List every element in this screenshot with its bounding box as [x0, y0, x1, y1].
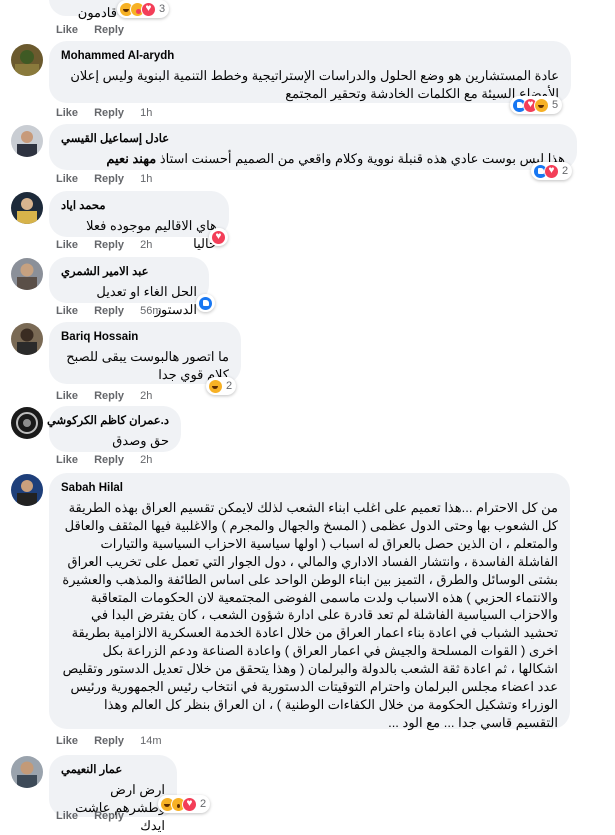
mention-link[interactable]: مهند نعيم [106, 151, 156, 166]
comment-time[interactable]: 56m [140, 305, 161, 317]
comment-bubble: محمد اياد هاي الاقاليم موجوده فعلا حاليا [49, 191, 229, 251]
comment-time[interactable]: 2h [140, 239, 152, 251]
comment-actions: Like Reply 1h [56, 106, 165, 120]
comment-actions: Like Reply 2h [56, 238, 165, 252]
reaction-summary[interactable]: 5 [510, 96, 563, 114]
like-button[interactable]: Like [56, 24, 78, 36]
like-button[interactable]: Like [56, 810, 78, 822]
comment-actions: Like Reply 2h [56, 389, 165, 403]
comment-text: من كل الاحترام ...هذا تعميم على اغلب ابن… [62, 500, 558, 730]
comment-text: ما اتصور هالبوست يبقى للصبح كلام قوي جدا [66, 349, 229, 382]
reply-button[interactable]: Reply [94, 305, 124, 317]
avatar[interactable] [11, 474, 43, 506]
comment-text: عادة المستشارين هو وضع الحلول والدراسات … [70, 68, 559, 101]
like-button[interactable]: Like [56, 390, 78, 402]
like-button[interactable]: Like [56, 173, 78, 185]
comment-bubble: عبد الامير الشمري الحل الغاء او تعديل ال… [49, 257, 209, 317]
reply-button[interactable]: Reply [94, 454, 124, 466]
love-icon [182, 796, 197, 812]
love-icon [141, 1, 156, 17]
comment-time[interactable]: 1h [140, 107, 152, 119]
comment-text: قادمون [77, 5, 117, 20]
comment-author[interactable]: Bariq Hossain [61, 330, 229, 345]
reaction-summary[interactable] [196, 294, 215, 312]
comment-author[interactable]: د.عمران كاظم الكركوشي [47, 414, 169, 429]
like-button[interactable]: Like [56, 735, 78, 747]
haha-icon [208, 378, 223, 394]
comment-text: هذا ليس بوست عادي هذه قنبلة نووية وكلام … [61, 150, 565, 168]
avatar[interactable] [11, 192, 43, 224]
comment-time[interactable]: 14m [140, 735, 161, 747]
reaction-summary[interactable]: 2 [206, 377, 237, 395]
reply-button[interactable]: Reply [94, 735, 124, 747]
reply-button[interactable]: Reply [94, 173, 124, 185]
comment-time[interactable]: 1h [140, 173, 152, 185]
love-icon [544, 163, 559, 179]
avatar[interactable] [11, 44, 43, 76]
avatar[interactable] [11, 258, 43, 290]
comment-actions: Like Reply 1h [56, 172, 165, 186]
comment-actions: Like Reply 56m [56, 304, 175, 318]
like-button[interactable]: Like [56, 454, 78, 466]
comment-author[interactable]: عادل إسماعيل القيسي [61, 132, 565, 147]
reply-button[interactable]: Reply [94, 24, 124, 36]
love-icon [211, 229, 226, 245]
like-button[interactable]: Like [56, 239, 78, 251]
comment-time[interactable]: 2h [140, 454, 152, 466]
comment-author[interactable]: Sabah Hilal [61, 481, 558, 496]
comment-author[interactable]: عمار النعيمي [61, 763, 165, 778]
avatar[interactable] [11, 323, 43, 355]
comment-bubble: عادل إسماعيل القيسي هذا ليس بوست عادي هذ… [49, 124, 577, 170]
comment-author[interactable]: Mohammed Al-arydh [61, 49, 559, 64]
comment-time[interactable]: 2h [140, 390, 152, 402]
reaction-count: 2 [226, 380, 233, 392]
reaction-count: 2 [562, 165, 569, 177]
reaction-count: 5 [552, 99, 559, 111]
comment-actions: Like Reply 2h [56, 453, 165, 467]
comment-bubble: Bariq Hossain ما اتصور هالبوست يبقى للصب… [49, 322, 241, 384]
reply-button[interactable]: Reply [94, 390, 124, 402]
comment-bubble: د.عمران كاظم الكركوشي حق وصدق [47, 406, 181, 452]
like-button[interactable]: Like [56, 305, 78, 317]
comment-actions: Like Reply 14m [56, 734, 175, 748]
reply-button[interactable]: Reply [94, 239, 124, 251]
like-button[interactable]: Like [56, 107, 78, 119]
comment-author[interactable]: عبد الامير الشمري [61, 265, 197, 280]
haha-icon [534, 97, 549, 113]
avatar[interactable] [11, 756, 43, 788]
reaction-count: 2 [200, 798, 207, 810]
reaction-summary[interactable]: 3 [117, 0, 170, 18]
reply-button[interactable]: Reply [94, 107, 124, 119]
reaction-count: 3 [159, 3, 166, 15]
comment-author[interactable]: محمد اياد [61, 199, 217, 214]
reaction-summary[interactable]: 2 [158, 795, 211, 813]
reaction-summary[interactable]: 2 [531, 162, 573, 180]
comment-text: حق وصدق [112, 433, 169, 448]
comment-text-content: هذا ليس بوست عادي هذه قنبلة نووية وكلام … [159, 151, 565, 166]
comment-bubble: Mohammed Al-arydh عادة المستشارين هو وضع… [49, 41, 571, 103]
like-reaction-icon [198, 295, 213, 311]
reaction-summary[interactable] [209, 228, 228, 246]
avatar[interactable] [11, 407, 43, 439]
reply-button[interactable]: Reply [94, 810, 124, 822]
comment-actions: Like Reply [56, 23, 137, 37]
comment-bubble: Sabah Hilal من كل الاحترام ...هذا تعميم … [49, 473, 570, 730]
avatar[interactable] [11, 125, 43, 157]
comment-text: ارض ارض وطشرهم عاشت ايدك [75, 782, 165, 833]
